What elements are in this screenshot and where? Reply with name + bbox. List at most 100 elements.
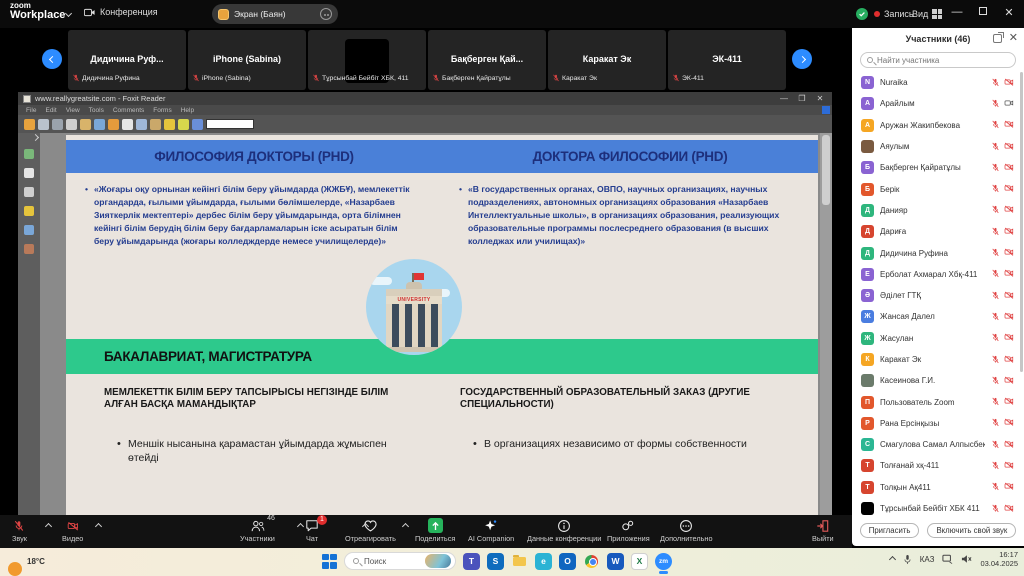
- start-button[interactable]: [322, 554, 337, 569]
- foxit-help-icon[interactable]: [822, 106, 830, 114]
- taskbar-app-word[interactable]: W: [607, 553, 624, 570]
- tray-volume-muted-icon[interactable]: [961, 554, 972, 564]
- save-all-icon[interactable]: [52, 119, 63, 130]
- participant-row[interactable]: ТТолқын Ақ411: [852, 477, 1024, 498]
- foxit-menu-view[interactable]: View: [66, 107, 80, 114]
- foxit-restore-button[interactable]: ❐: [795, 94, 809, 103]
- participant-row[interactable]: ААрайлым: [852, 93, 1024, 114]
- foxit-menu-file[interactable]: File: [26, 107, 36, 114]
- toolbar-share-button[interactable]: Поделиться: [415, 518, 455, 543]
- participant-row[interactable]: Касеинова Г.И.: [852, 370, 1024, 391]
- toolbar-apps-button[interactable]: Приложения: [607, 518, 650, 543]
- video-tile[interactable]: iPhone (Sabina)iPhone (Sabina): [188, 30, 306, 90]
- video-tile[interactable]: Бақберген Қай...Бақберген Қайратұлы: [428, 30, 546, 90]
- select-tool-icon[interactable]: [122, 119, 133, 130]
- participant-row[interactable]: ББерік: [852, 178, 1024, 199]
- toolbar-chat-button[interactable]: 1Чат: [305, 518, 319, 543]
- foxit-minimize-button[interactable]: —: [777, 94, 791, 103]
- participant-row[interactable]: ДДидичина Руфина: [852, 242, 1024, 263]
- tray-mic-icon[interactable]: [903, 554, 912, 565]
- participant-row[interactable]: ЖЖансая Далел: [852, 306, 1024, 327]
- foxit-menu-tools[interactable]: Tools: [89, 107, 104, 114]
- filmstrip-prev-button[interactable]: [42, 49, 62, 69]
- email-icon[interactable]: [80, 119, 91, 130]
- chevron-up-icon[interactable]: [402, 523, 409, 530]
- comments-icon[interactable]: [24, 206, 34, 216]
- layers-icon[interactable]: [24, 187, 34, 197]
- lock-icon[interactable]: [164, 119, 175, 130]
- page-number-input[interactable]: [206, 119, 254, 129]
- foxit-menu-help[interactable]: Help: [181, 107, 194, 114]
- video-tile[interactable]: Каракат ЭкКаракат Эк: [548, 30, 666, 90]
- toolbar-info-button[interactable]: Данные конференции: [527, 518, 601, 543]
- taskbar-app-zoom[interactable]: zm: [655, 553, 672, 570]
- view-button[interactable]: Вид: [912, 9, 942, 19]
- chevron-up-icon[interactable]: [297, 523, 304, 530]
- foxit-menu-edit[interactable]: Edit: [45, 107, 56, 114]
- conference-menu[interactable]: Конференция: [84, 7, 158, 17]
- chevron-up-icon[interactable]: [95, 523, 102, 530]
- open-folder-icon[interactable]: [24, 119, 35, 130]
- find-icon[interactable]: [192, 119, 203, 130]
- screen-icon[interactable]: [94, 119, 105, 130]
- reactions-icon[interactable]: [320, 8, 332, 20]
- toolbar-ai-button[interactable]: AI Companion: [468, 518, 514, 543]
- save-icon[interactable]: [38, 119, 49, 130]
- participant-row[interactable]: Аяулым: [852, 136, 1024, 157]
- recording-indicator[interactable]: Запись: [874, 9, 914, 19]
- video-tile[interactable]: Дидичина Руф...Дидичина Руфина: [68, 30, 186, 90]
- taskbar-app-teams[interactable]: T: [463, 553, 480, 570]
- taskbar-app-outlook[interactable]: O: [559, 553, 576, 570]
- weather-widget[interactable]: 18°C Sunny: [8, 551, 47, 576]
- participant-row[interactable]: ТТолғанай хқ-411: [852, 455, 1024, 476]
- minimize-button[interactable]: —: [948, 6, 966, 18]
- toolbar-leave-button[interactable]: Выйти: [812, 518, 834, 543]
- participant-row[interactable]: ББақберген Қайратұлы: [852, 157, 1024, 178]
- toolbar-more-button[interactable]: Дополнительно: [660, 518, 713, 543]
- foxit-menu-forms[interactable]: Forms: [153, 107, 171, 114]
- taskbar-search[interactable]: Поиск: [344, 552, 456, 570]
- bookmarks-icon[interactable]: [24, 149, 34, 159]
- screen-share-tab[interactable]: Экран (Баян): [212, 4, 338, 24]
- chevron-up-icon[interactable]: [45, 523, 52, 530]
- signature-icon[interactable]: [24, 244, 34, 254]
- pages-icon[interactable]: [24, 168, 34, 178]
- tray-expand-icon[interactable]: [889, 556, 896, 563]
- pen-icon[interactable]: [178, 119, 189, 130]
- participant-row[interactable]: Тұрсынбай Бейбіт ХБК 411: [852, 498, 1024, 519]
- filmstrip-next-button[interactable]: [792, 49, 812, 69]
- taskbar-app-store[interactable]: S: [487, 553, 504, 570]
- close-button[interactable]: ✕: [1000, 6, 1018, 19]
- language-indicator[interactable]: КАЗ: [920, 555, 935, 564]
- scrollbar-thumb[interactable]: [822, 135, 830, 205]
- participant-row[interactable]: ККаракат Эк: [852, 349, 1024, 370]
- participant-row[interactable]: NNuraika: [852, 72, 1024, 93]
- unmute-button[interactable]: Включить свой звук: [927, 523, 1016, 538]
- search-input[interactable]: [877, 56, 987, 65]
- video-tile[interactable]: ЭК-411ЭК-411: [668, 30, 786, 90]
- tray-display-icon[interactable]: [942, 554, 953, 564]
- taskbar-app-edge[interactable]: e: [535, 553, 552, 570]
- participant-row[interactable]: ДДанияр: [852, 200, 1024, 221]
- document-scrollbar[interactable]: [820, 133, 832, 518]
- security-shield-icon[interactable]: [856, 8, 868, 20]
- participant-row[interactable]: ЖЖасулан: [852, 328, 1024, 349]
- maximize-button[interactable]: [974, 6, 992, 18]
- participant-search[interactable]: [860, 52, 1016, 68]
- popout-icon[interactable]: [993, 34, 1002, 43]
- participant-row[interactable]: ӘӘділет ГТҚ: [852, 285, 1024, 306]
- taskbar-app-chrome[interactable]: [583, 553, 600, 570]
- participant-row[interactable]: ААружан Жакипбекова: [852, 115, 1024, 136]
- attachments-icon[interactable]: [24, 225, 34, 235]
- participant-row[interactable]: ППользователь Zoom: [852, 391, 1024, 412]
- taskbar-app-excel[interactable]: X: [631, 553, 648, 570]
- foxit-menu-comments[interactable]: Comments: [113, 107, 144, 114]
- participant-row[interactable]: РРана Ерсінқызы: [852, 413, 1024, 434]
- snapshot-icon[interactable]: [136, 119, 147, 130]
- toolbar-video-button[interactable]: Видео: [62, 518, 83, 543]
- participant-row[interactable]: ЕЕрболат Ахмарал Хбқ-411: [852, 264, 1024, 285]
- clipboard-icon[interactable]: [150, 119, 161, 130]
- hand-tool-icon[interactable]: [108, 119, 119, 130]
- search-highlight-image[interactable]: [425, 554, 451, 568]
- participants-scrollbar[interactable]: [1020, 72, 1023, 372]
